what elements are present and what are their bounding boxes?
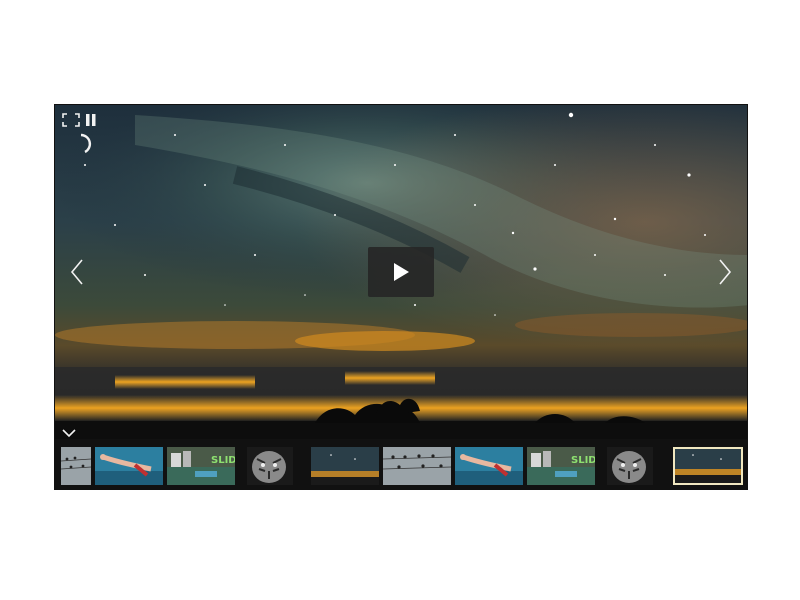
svg-text:SLIDE: SLIDE (571, 455, 595, 466)
svg-text:SLIDE: SLIDE (211, 455, 235, 466)
thumbnail-strip: SLIDE (55, 439, 747, 489)
thumbnail-night-sky[interactable] (311, 447, 379, 485)
thumbnail-swimmer[interactable] (95, 447, 163, 485)
thumbnail-birds-on-wire[interactable] (383, 447, 451, 485)
pause-icon[interactable] (85, 112, 97, 126)
thumbnail-swimmer[interactable] (455, 447, 523, 485)
play-button[interactable] (368, 247, 434, 297)
chevron-down-icon[interactable] (60, 425, 78, 439)
play-icon (394, 263, 409, 281)
thumbnail-tiger[interactable] (247, 447, 293, 485)
image-slider: SLIDE (54, 104, 748, 490)
thumbnail-slide[interactable]: SLIDE (167, 447, 235, 485)
loading-spinner-icon (73, 131, 97, 155)
fullscreen-icon[interactable] (62, 112, 80, 127)
thumbnail-tiger[interactable] (607, 447, 653, 485)
chevron-right-icon[interactable] (715, 257, 735, 287)
chevron-left-icon[interactable] (67, 257, 87, 287)
thumbnail-slide[interactable]: SLIDE (527, 447, 595, 485)
thumbnail-birds-on-wire[interactable] (61, 447, 91, 485)
thumbnail-night-sky-active[interactable] (673, 447, 743, 485)
